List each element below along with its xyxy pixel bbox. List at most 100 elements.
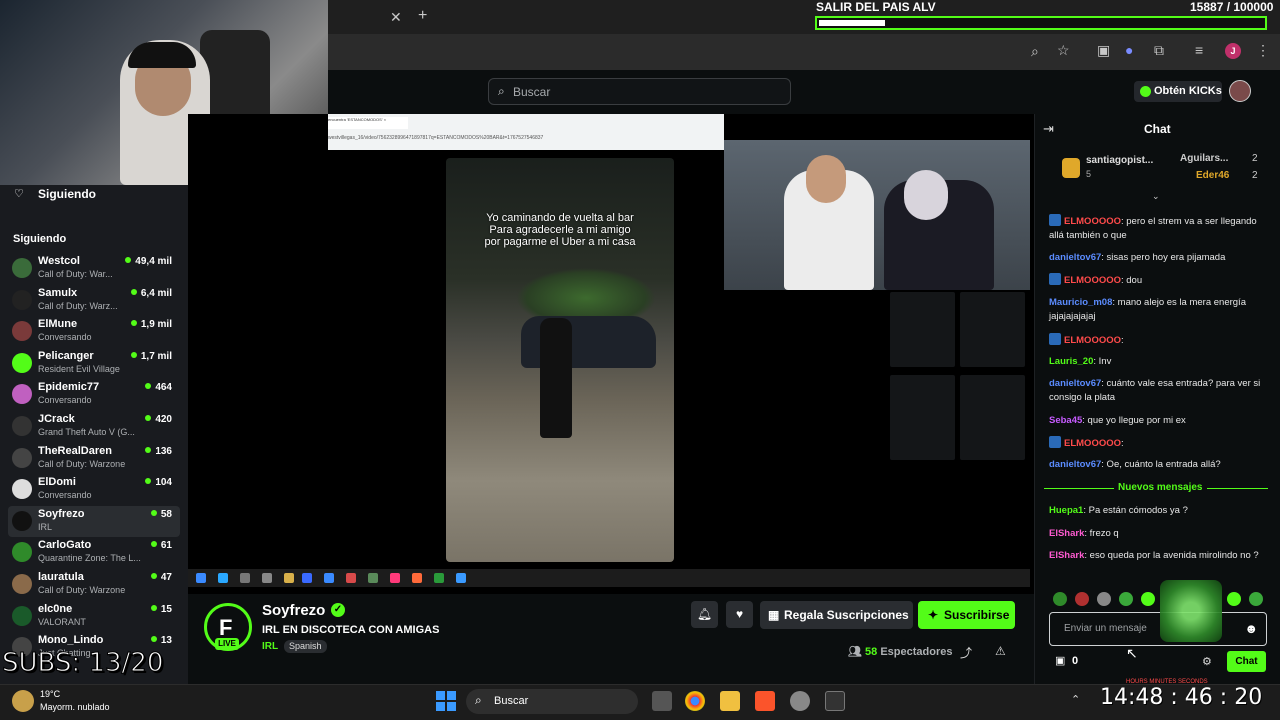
- weather-icon[interactable]: [12, 690, 34, 712]
- chat-username[interactable]: danieltov67: [1049, 459, 1101, 470]
- chat-username[interactable]: danieltov67: [1049, 378, 1101, 389]
- sidebar-channel[interactable]: ElMune Conversando 1,9 mil: [8, 316, 180, 347]
- channel-avatar: [12, 542, 32, 563]
- chat-username[interactable]: Huepa1: [1049, 505, 1083, 516]
- taskbar-search[interactable]: ⌕ Buscar: [466, 689, 638, 714]
- search-icon[interactable]: ⌕: [1031, 43, 1039, 60]
- report-icon[interactable]: ⚠: [995, 644, 1006, 658]
- user-avatar[interactable]: [1229, 80, 1251, 102]
- channel-avatar: [12, 574, 32, 594]
- channel-viewers: 104: [145, 477, 172, 488]
- sidebar-channel[interactable]: Epidemic77 Conversando 464: [8, 379, 180, 410]
- emote-icon[interactable]: [1119, 592, 1133, 606]
- following-tab[interactable]: Siguiendo: [38, 187, 96, 201]
- sidebar-channel[interactable]: lauratula Call of Duty: Warzone 47: [8, 569, 180, 600]
- gift-icon: ▦: [768, 608, 780, 622]
- sidebar-channel[interactable]: Soyfrezo IRL 58: [8, 505, 180, 537]
- subscribe-button[interactable]: ✦ Suscribirse: [918, 601, 1015, 629]
- star-icon: ✦: [928, 608, 939, 622]
- sidebar-channel[interactable]: Pelicanger Resident Evil Village 1,7 mil: [8, 348, 180, 379]
- emoji-icon[interactable]: ☻: [1244, 621, 1258, 636]
- share-icon[interactable]: ⤴: [960, 644, 972, 661]
- chat-text: : frezo q: [1084, 528, 1119, 539]
- emote-icon[interactable]: [1249, 592, 1263, 606]
- reader-icon[interactable]: ▣: [1097, 42, 1110, 59]
- chat-message: danieltov67: cuánto vale esa entrada? pa…: [1049, 377, 1264, 405]
- emote-icon[interactable]: [1053, 592, 1067, 606]
- get-kicks-button[interactable]: Obtén KICKs: [1134, 81, 1222, 102]
- channel-category: Conversando: [38, 490, 92, 501]
- gifter-3-name[interactable]: Eder46: [1196, 170, 1229, 181]
- chat-username[interactable]: Lauris_20: [1049, 356, 1093, 367]
- chat-username[interactable]: ElShark: [1049, 528, 1084, 539]
- chat-message: danieltov67: Oe, cuánto la entrada allá?: [1049, 458, 1264, 472]
- gifter-2-name[interactable]: Aguilars...: [1180, 153, 1228, 164]
- channel-avatar: [12, 416, 32, 436]
- chat-username[interactable]: ELMOOOOO: [1064, 216, 1121, 227]
- tiktok-clip: Yo caminando de vuelta al bar Para agrad…: [446, 158, 674, 562]
- sidebar-channel[interactable]: TheRealDaren Call of Duty: Warzone 136: [8, 443, 180, 474]
- gifter-3-count: 2: [1252, 170, 1258, 181]
- emote-icon[interactable]: [1227, 592, 1241, 606]
- menu-icon[interactable]: ⋮: [1256, 42, 1270, 59]
- sidebar-channel[interactable]: CarloGato Quarantine Zone: The L... 61: [8, 537, 180, 568]
- chat-username[interactable]: ELMOOOOO: [1064, 335, 1121, 346]
- task-view-icon[interactable]: [652, 691, 672, 711]
- chat-username[interactable]: Seba45: [1049, 415, 1082, 426]
- new-messages-divider[interactable]: Nuevos mensajes: [1044, 482, 1268, 494]
- moderator-badge-icon: [1049, 436, 1061, 448]
- follow-heart-button[interactable]: ♥: [726, 601, 753, 628]
- tray-chevron-icon[interactable]: ⌃: [1071, 693, 1080, 706]
- chat-input[interactable]: Enviar un mensaje ☻: [1049, 612, 1267, 646]
- sidebar-channel[interactable]: Westcol Call of Duty: War... 49,4 mil: [8, 253, 180, 284]
- chat-send-button[interactable]: Chat: [1227, 651, 1266, 672]
- obs-icon[interactable]: [790, 691, 810, 711]
- search-input[interactable]: ⌕ Buscar: [488, 78, 791, 105]
- profile-icon[interactable]: J: [1225, 43, 1241, 59]
- chat-username[interactable]: danieltov67: [1049, 252, 1101, 263]
- top-gifter-count: 5: [1086, 169, 1092, 179]
- channel-category: Call of Duty: Warzone: [38, 585, 126, 595]
- cast-icon[interactable]: ≡: [1195, 42, 1203, 58]
- sidebar-channel[interactable]: JCrack Grand Theft Auto V (G... 420: [8, 411, 180, 442]
- new-tab-icon[interactable]: +: [418, 7, 427, 25]
- kicks-wallet-icon[interactable]: ▣: [1055, 654, 1065, 667]
- gift-subs-button[interactable]: ▦ Regala Suscripciones: [760, 601, 913, 629]
- gift-subs-label: Regala Suscripciones: [784, 608, 909, 622]
- clock-overlay: 14:48 : 46 : 20: [1100, 685, 1263, 710]
- star-icon[interactable]: ☆: [1057, 42, 1070, 59]
- chat-settings-icon[interactable]: ⚙: [1202, 655, 1212, 668]
- sidebar-channel[interactable]: ElDomi Conversando 104: [8, 474, 180, 505]
- emote-icon[interactable]: [1075, 592, 1089, 606]
- expand-chevron-icon[interactable]: ⌄: [1152, 191, 1160, 202]
- sidebar-channel[interactable]: elc0ne VALORANT 15: [8, 601, 180, 632]
- chat-message: danieltov67: sisas pero hoy era pijamada: [1049, 251, 1264, 265]
- weather-desc[interactable]: Mayorm. nublado: [40, 702, 110, 712]
- extension-icon[interactable]: ●: [1125, 42, 1133, 58]
- chat-username[interactable]: ELMOOOOO: [1064, 438, 1121, 449]
- chat-text: : dou: [1121, 275, 1143, 286]
- puzzle-icon[interactable]: ⧉: [1154, 42, 1164, 59]
- heart-icon: ♡: [14, 188, 24, 200]
- category-link[interactable]: IRL: [262, 641, 278, 652]
- file-explorer-icon[interactable]: [720, 691, 740, 711]
- overlay-url: westvillegas_16/video/756232899647189781…: [328, 135, 544, 141]
- chat-username[interactable]: ElShark: [1049, 550, 1084, 561]
- channel-category: Call of Duty: Warz...: [38, 300, 118, 311]
- chrome-icon[interactable]: [685, 691, 705, 711]
- chat-username[interactable]: ELMOOOOO: [1064, 275, 1121, 286]
- emote-icon[interactable]: [1097, 592, 1111, 606]
- terminal-icon[interactable]: [825, 691, 845, 711]
- top-gifter-name[interactable]: santiagopist...: [1086, 155, 1153, 166]
- collapse-chat-icon[interactable]: ⇥: [1043, 121, 1054, 137]
- chat-username[interactable]: Mauricio_m08: [1049, 297, 1112, 308]
- language-tag[interactable]: Spanish: [284, 640, 327, 653]
- emote-icon[interactable]: [1141, 592, 1155, 606]
- close-tab-icon[interactable]: ✕: [390, 9, 402, 26]
- notification-bell-button[interactable]: 🔔︎: [691, 601, 718, 628]
- weather-temp[interactable]: 19°C: [40, 689, 60, 699]
- sidebar-channel[interactable]: Samulx Call of Duty: Warz... 6,4 mil: [8, 285, 180, 316]
- channel-name[interactable]: Soyfrezo: [262, 602, 325, 619]
- windows-start-icon[interactable]: [436, 691, 456, 711]
- brave-icon[interactable]: [755, 691, 775, 711]
